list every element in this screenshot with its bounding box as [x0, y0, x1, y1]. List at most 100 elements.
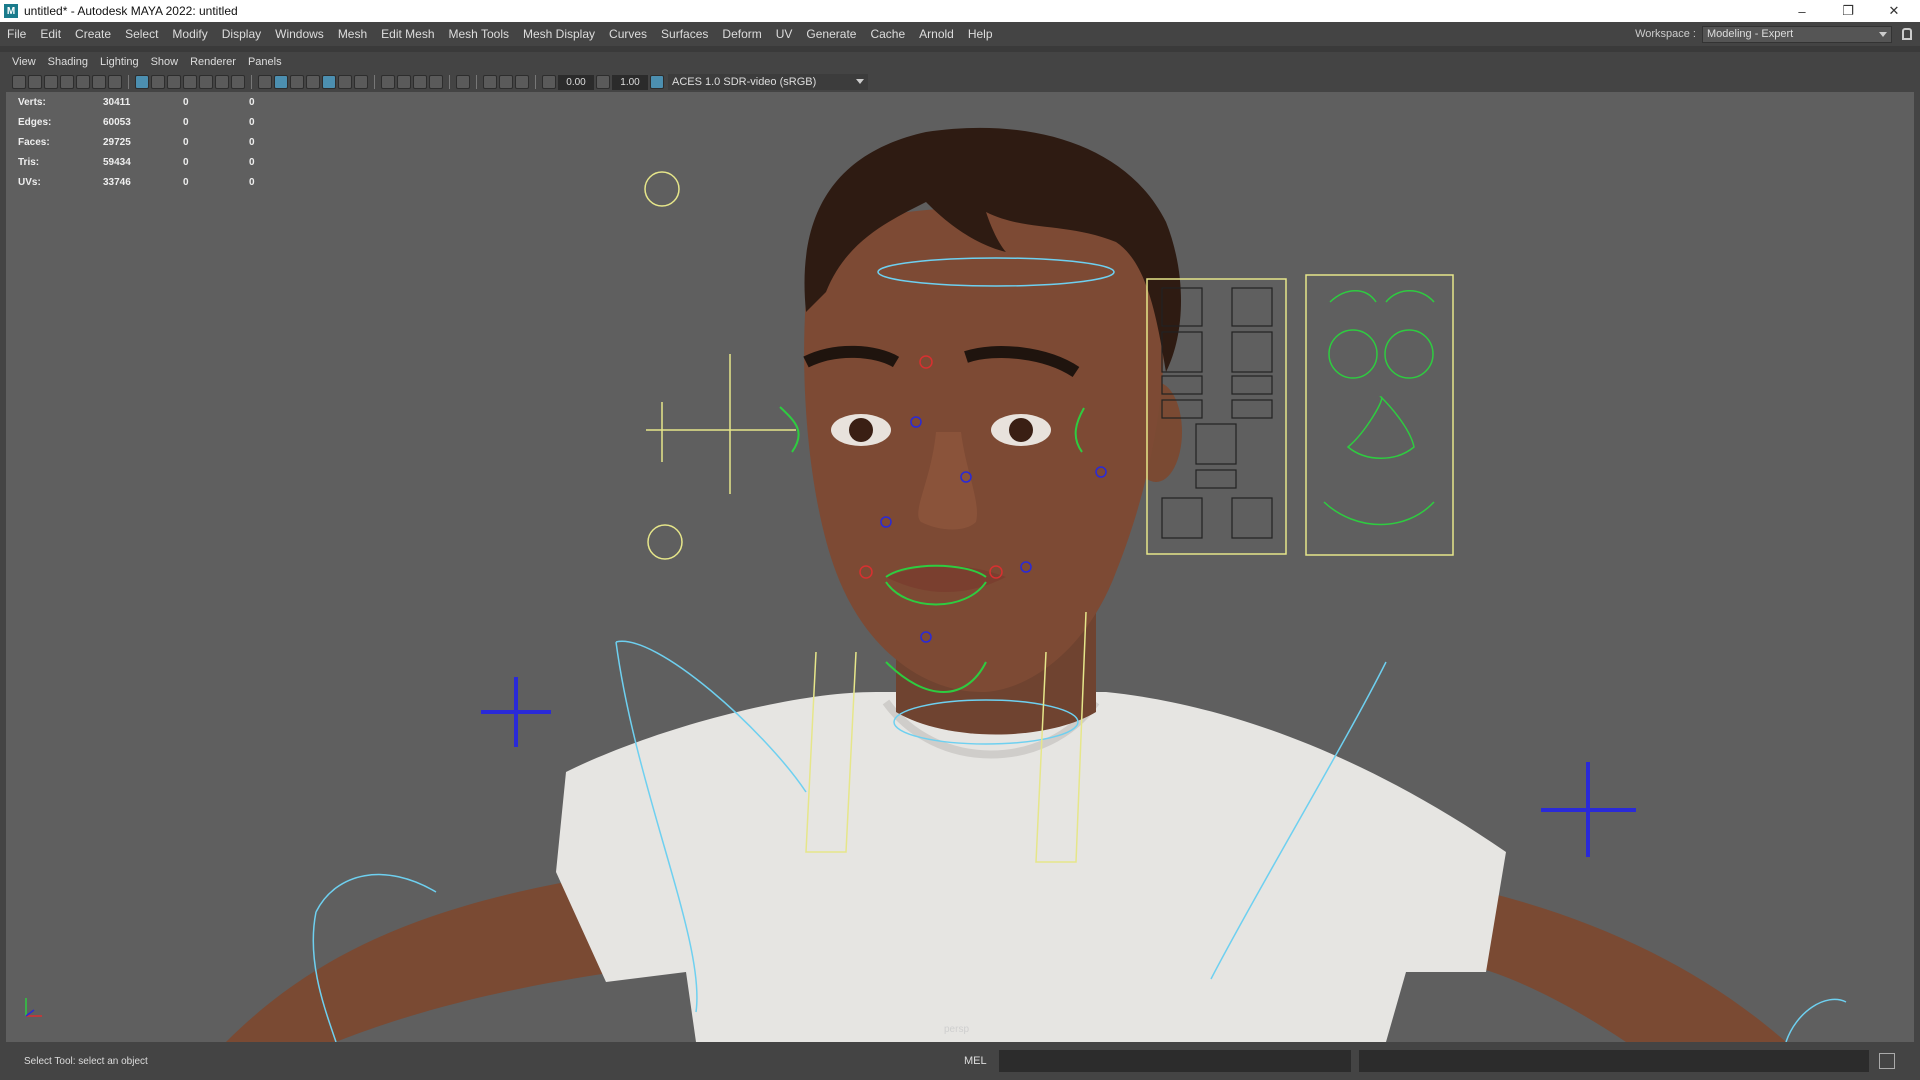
menu-cache[interactable]: Cache [863, 27, 912, 41]
film-gate-icon[interactable] [151, 75, 165, 89]
wireframe-icon[interactable] [258, 75, 272, 89]
xray-active-icon[interactable] [499, 75, 513, 89]
image-plane-icon[interactable] [60, 75, 74, 89]
brush-icon[interactable] [108, 75, 122, 89]
bookmark-icon[interactable] [44, 75, 58, 89]
menu-curves[interactable]: Curves [602, 27, 654, 41]
isolate-select-icon[interactable] [456, 75, 470, 89]
workspace-label: Workspace : [1635, 28, 1696, 40]
script-editor-icon[interactable] [1878, 1053, 1895, 1069]
command-input[interactable] [998, 1050, 1351, 1072]
close-button[interactable]: ✕ [1872, 0, 1916, 22]
gate-mask-icon[interactable] [183, 75, 197, 89]
menu-create[interactable]: Create [68, 27, 118, 41]
menu-edit[interactable]: Edit [33, 27, 68, 41]
rig-control-cross-left[interactable] [481, 677, 551, 747]
panel-menu-show[interactable]: Show [145, 56, 185, 68]
menu-generate[interactable]: Generate [799, 27, 863, 41]
xray-icon[interactable] [322, 75, 336, 89]
exposure-field[interactable]: 0.00 [558, 74, 594, 90]
hud-value: 0 [183, 116, 189, 128]
gui-slot[interactable] [1195, 469, 1237, 489]
menu-edit-mesh[interactable]: Edit Mesh [374, 27, 441, 41]
camera-select-icon[interactable] [12, 75, 26, 89]
minimize-button[interactable]: – [1780, 0, 1824, 22]
hud-label: UVs: [18, 176, 41, 188]
command-mode-label[interactable]: MEL [964, 1055, 987, 1067]
smooth-shade-icon[interactable] [274, 75, 288, 89]
command-result [1358, 1050, 1869, 1072]
menu-select[interactable]: Select [118, 27, 165, 41]
wireframe-on-shaded-icon[interactable] [290, 75, 304, 89]
safe-action-icon[interactable] [215, 75, 229, 89]
gui-slot[interactable] [1231, 287, 1273, 327]
safe-title-icon[interactable] [231, 75, 245, 89]
ambient-occlusion-icon[interactable] [381, 75, 395, 89]
depth-of-field-icon[interactable] [429, 75, 443, 89]
resolution-gate-icon[interactable] [167, 75, 181, 89]
panel-menu-panels[interactable]: Panels [242, 56, 288, 68]
menu-mesh-tools[interactable]: Mesh Tools [442, 27, 516, 41]
grease-pencil-icon[interactable] [76, 75, 90, 89]
rig-control-cross-right[interactable] [1541, 762, 1636, 857]
field-chart-icon[interactable] [199, 75, 213, 89]
menu-display[interactable]: Display [215, 27, 268, 41]
workspace-dropdown[interactable]: Modeling - Expert [1702, 25, 1892, 43]
gui-slot[interactable] [1161, 497, 1203, 539]
panel-menu-renderer[interactable]: Renderer [184, 56, 242, 68]
shadows-icon[interactable] [354, 75, 368, 89]
menu-uv[interactable]: UV [769, 27, 800, 41]
menu-mesh[interactable]: Mesh [331, 27, 374, 41]
restore-button[interactable]: ❐ [1826, 0, 1870, 22]
rig-control-circle[interactable] [647, 524, 683, 560]
xray-joints-icon[interactable] [483, 75, 497, 89]
panel-menu-view[interactable]: View [6, 56, 42, 68]
face-gui-panel[interactable] [1305, 274, 1454, 556]
textured-icon[interactable] [306, 75, 320, 89]
gui-slot[interactable] [1231, 331, 1273, 373]
exposure-icon[interactable] [542, 75, 556, 89]
hud-value: 0 [183, 176, 189, 188]
rig-control-circle[interactable] [644, 171, 680, 207]
gui-mouth[interactable] [1323, 501, 1435, 526]
hud-value: 30411 [103, 96, 131, 108]
menu-surfaces[interactable]: Surfaces [654, 27, 715, 41]
menu-file[interactable]: File [0, 27, 33, 41]
lock-icon[interactable] [1902, 28, 1912, 40]
hud-value: 0 [249, 156, 255, 168]
color-management-icon[interactable] [650, 75, 664, 89]
camera-attributes-icon[interactable] [28, 75, 42, 89]
panel-menu-shading[interactable]: Shading [42, 56, 94, 68]
gui-brows[interactable] [1329, 290, 1435, 303]
gamma-icon[interactable] [596, 75, 610, 89]
menu-mesh-display[interactable]: Mesh Display [516, 27, 602, 41]
view-transform-dropdown[interactable]: ACES 1.0 SDR-video (sRGB) [668, 74, 868, 90]
rig-control-locator[interactable] [646, 354, 796, 494]
rig-control-arm-right[interactable] [1785, 998, 1847, 1042]
gamma-field[interactable]: 1.00 [612, 74, 648, 90]
grid-icon[interactable] [135, 75, 149, 89]
2d-pan-zoom-icon[interactable] [92, 75, 106, 89]
menu-windows[interactable]: Windows [268, 27, 331, 41]
anti-aliasing-icon[interactable] [413, 75, 427, 89]
panel-menu-lighting[interactable]: Lighting [94, 56, 145, 68]
menu-arnold[interactable]: Arnold [912, 27, 961, 41]
right-iris [1009, 418, 1033, 442]
gui-eye-left[interactable] [1328, 329, 1378, 379]
gui-slot[interactable] [1231, 375, 1273, 395]
menu-help[interactable]: Help [961, 27, 1000, 41]
gui-slot[interactable] [1231, 399, 1273, 419]
gui-nose[interactable] [1346, 396, 1415, 459]
menu-modify[interactable]: Modify [165, 27, 214, 41]
lights-icon[interactable] [338, 75, 352, 89]
left-arm [226, 882, 616, 1042]
toolbar-divider [251, 75, 252, 89]
gui-eye-right[interactable] [1384, 329, 1434, 379]
menu-deform[interactable]: Deform [715, 27, 768, 41]
gui-slot[interactable] [1231, 497, 1273, 539]
motion-blur-icon[interactable] [397, 75, 411, 89]
hud-value: 29725 [103, 136, 131, 148]
gui-slot[interactable] [1195, 423, 1237, 465]
perspective-viewport[interactable]: Verts: 30411 0 0 Edges: 60053 0 0 Faces:… [6, 92, 1914, 1042]
backface-culling-icon[interactable] [515, 75, 529, 89]
